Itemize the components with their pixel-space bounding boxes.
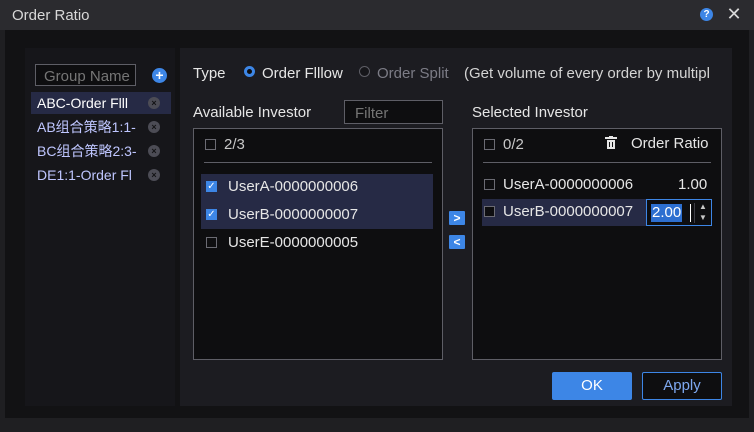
ok-button[interactable]: OK [552,372,632,400]
group-item-label: AB组合策略1:1- [37,119,136,135]
selected-investor-label[interactable]: UserB-0000000007 [503,203,633,220]
group-item[interactable]: BC组合策略2:3- × [31,140,171,162]
selected-investor-checkbox[interactable] [484,206,495,217]
selected-divider [483,162,711,163]
plus-icon[interactable]: + [152,68,167,83]
group-item-label: ABC-Order Flll [37,95,129,111]
radio-order-split[interactable] [359,66,370,77]
order-ratio-spinbox[interactable]: 2.00 ▲ ▼ [646,199,712,226]
group-item[interactable]: ABC-Order Flll × [31,92,171,114]
spin-up-icon[interactable]: ▲ [699,202,707,211]
group-item-label: DE1:1-Order Fl [37,167,132,183]
spin-down-icon[interactable]: ▼ [699,213,707,222]
window-title: Order Ratio [12,7,90,24]
group-item-label: BC组合策略2:3- [37,143,137,159]
remove-group-icon[interactable]: × [148,169,160,181]
investor-label[interactable]: UserA-0000000006 [228,178,358,195]
selected-investor-checkbox[interactable] [484,179,495,190]
move-left-button[interactable]: < [449,235,465,249]
investor-checkbox[interactable] [206,237,217,248]
title-bar: Order Ratio ? ✕ [0,0,754,30]
remove-group-icon[interactable]: × [148,97,160,109]
type-hint: (Get volume of every order by multipl [464,65,710,82]
order-ratio-input[interactable]: 2.00 [651,204,683,222]
available-divider [204,162,432,163]
remove-group-icon[interactable]: × [148,121,160,133]
group-item[interactable]: DE1:1-Order Fl × [31,164,171,186]
radio-order-follow-label[interactable]: Order Flllow [262,65,343,82]
selected-count: 0/2 [503,136,524,153]
select-all-available-checkbox[interactable] [205,139,216,150]
radio-order-split-label[interactable]: Order Split [377,65,449,82]
filter-input[interactable] [344,100,443,124]
investor-checkbox[interactable]: ✓ [206,181,217,192]
move-right-button[interactable]: > [449,211,465,225]
text-cursor [690,204,691,222]
spinbox-divider [694,203,695,223]
investor-label[interactable]: UserE-0000000005 [228,234,358,251]
order-ratio-header: Order Ratio [631,135,709,152]
trash-icon[interactable] [605,136,617,150]
question-icon[interactable]: ? [700,8,713,21]
group-item[interactable]: AB组合策略1:1- × [31,116,171,138]
type-label: Type [193,65,226,82]
investor-checkbox[interactable]: ✓ [206,209,217,220]
investor-label[interactable]: UserB-0000000007 [228,206,358,223]
radio-order-follow[interactable] [244,66,255,77]
selected-investor-title: Selected Investor [472,104,588,121]
remove-group-icon[interactable]: × [148,145,160,157]
order-ratio-dialog: Order Ratio ? ✕ + ABC-Order Flll × AB组合策… [0,0,754,432]
selected-investor-label[interactable]: UserA-0000000006 [503,176,633,193]
order-ratio-value[interactable]: 1.00 [678,176,707,193]
select-all-selected-checkbox[interactable] [484,139,495,150]
available-count: 2/3 [224,136,245,153]
available-investor-title: Available Investor [193,104,312,121]
group-name-input[interactable] [35,64,136,86]
close-icon[interactable]: ✕ [724,4,744,24]
apply-button[interactable]: Apply [642,372,722,400]
